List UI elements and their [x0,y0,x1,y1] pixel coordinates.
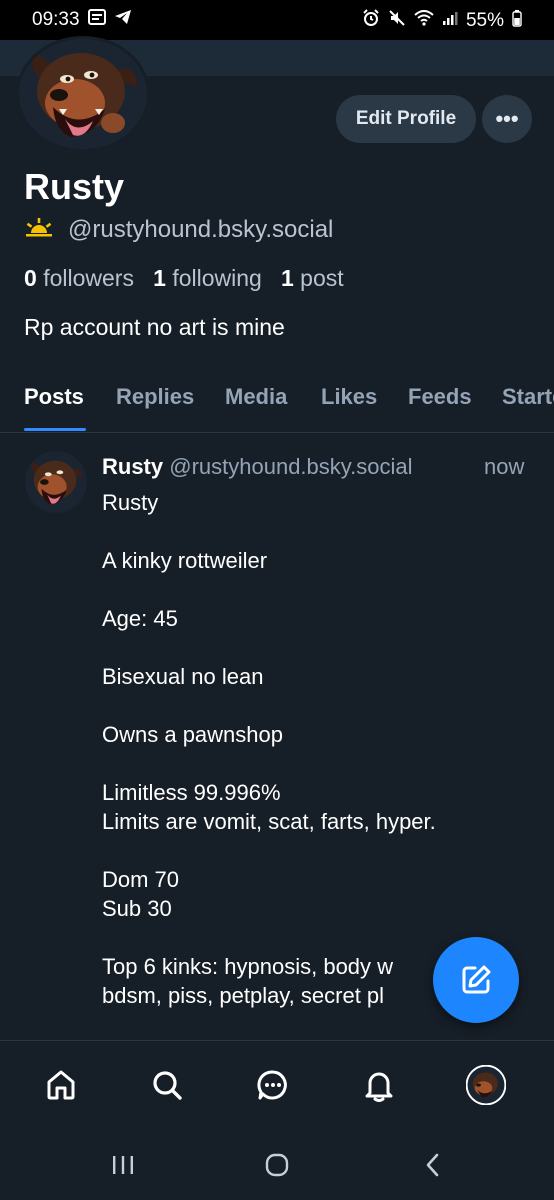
sunrise-icon [24,216,54,244]
signal-icon [442,10,458,32]
edit-profile-button[interactable]: Edit Profile [336,95,476,143]
posts-stat: 1 post [281,265,344,291]
bell-icon [365,1072,393,1102]
recents-icon [113,1156,133,1174]
followers-count: 0 [24,265,37,291]
nav-chat[interactable] [249,1061,297,1109]
following-stat[interactable]: 1 following [153,265,262,291]
wifi-icon [414,10,434,32]
status-bar: 09:33 55% [0,0,554,40]
back-button[interactable] [413,1148,453,1182]
post-time: now [484,454,525,479]
bottom-nav [0,1040,554,1131]
profile-stats: 0 followers 1 following 1 post [24,265,344,292]
post-text: Rusty A kinky rottweiler Age: 45 Bisexua… [102,490,436,1008]
system-nav-bar [0,1130,554,1200]
tab-replies[interactable]: Replies [116,384,194,410]
followers-stat[interactable]: 0 followers [24,265,134,291]
profile-tabs: Posts Replies Media Likes Feeds Starter [0,384,554,432]
rottweiler-avatar-icon [19,39,147,149]
compose-button[interactable] [433,937,519,1023]
more-options-button[interactable]: ••• [482,95,532,143]
tab-likes[interactable]: Likes [321,384,377,410]
posts-label: post [300,265,344,291]
search-icon [153,1071,182,1100]
tab-posts[interactable]: Posts [24,384,84,410]
alarm-icon [362,9,380,33]
followers-label: followers [43,265,134,291]
home-circle-icon [265,1153,289,1177]
nav-home[interactable] [37,1061,85,1109]
compose-icon [462,965,491,994]
tab-starter[interactable]: Starter [502,384,554,410]
profile-bio: Rp account no art is mine [24,314,285,340]
post-handle[interactable]: @rustyhound.bsky.social [169,454,412,479]
battery-text: 55% [465,10,504,31]
following-label: following [172,265,262,291]
tab-feeds[interactable]: Feeds [408,384,472,410]
rottweiler-avatar-icon [25,451,87,513]
status-time: 09:33 [32,9,80,30]
back-icon [426,1153,439,1177]
profile-avatar[interactable] [16,36,150,152]
tabs-divider [0,432,554,433]
home-icon [47,1070,75,1100]
nav-profile[interactable] [462,1061,510,1109]
profile-handle: @rustyhound.bsky.social [68,216,334,243]
mute-icon [388,9,406,33]
profile-name: Rusty [24,166,125,207]
following-count: 1 [153,265,166,291]
post-header: Rusty @rustyhound.bsky.social [102,454,413,480]
tab-media[interactable]: Media [225,384,287,410]
nav-search[interactable] [143,1061,191,1109]
nav-notifications[interactable] [355,1061,403,1109]
profile-handle-row: @rustyhound.bsky.social [24,216,333,244]
profile-avatar-icon [466,1065,506,1105]
gallery-icon [87,9,106,31]
home-system-button[interactable] [257,1148,297,1182]
post-author[interactable]: Rusty [102,454,163,479]
telegram-icon [114,9,132,31]
recents-button[interactable] [103,1148,143,1182]
posts-count: 1 [280,265,294,291]
chat-icon [257,1070,287,1100]
ellipsis-icon: ••• [495,106,519,131]
post-avatar[interactable] [25,451,87,513]
battery-icon [512,9,522,33]
active-tab-indicator [24,428,86,431]
